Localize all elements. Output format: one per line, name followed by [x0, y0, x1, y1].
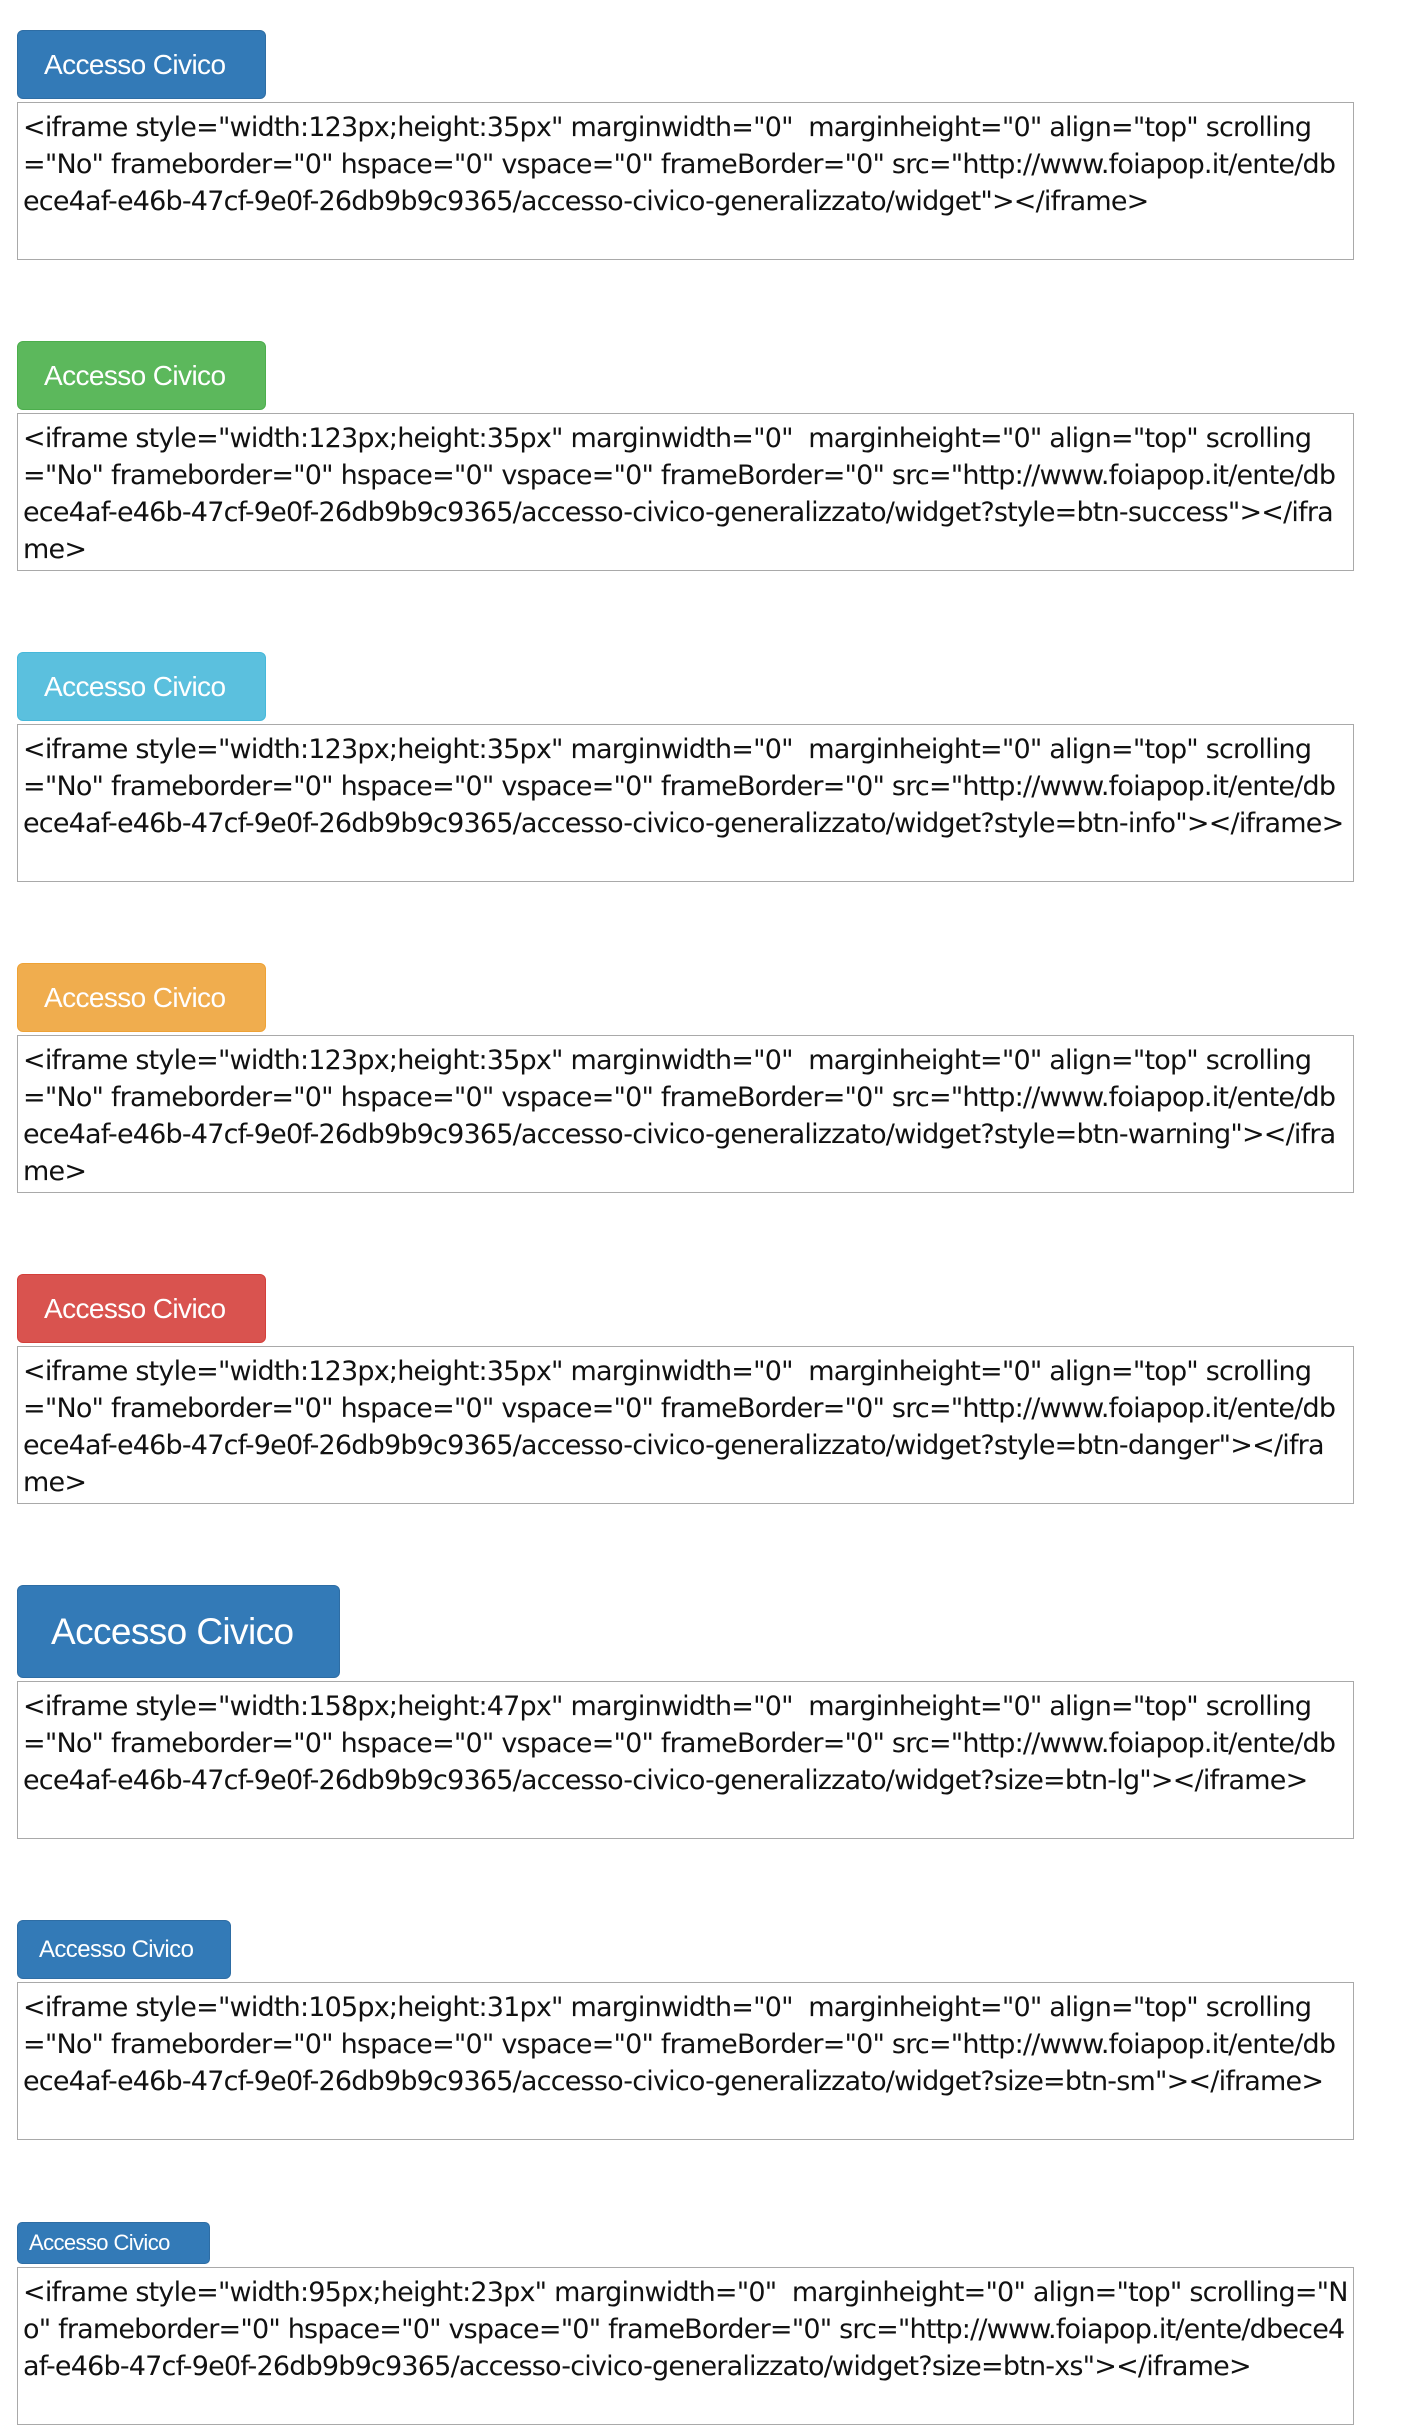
- widget-info: Accesso Civico <iframe style="width:123p…: [17, 652, 1354, 882]
- widget-danger: Accesso Civico <iframe style="width:123p…: [17, 1274, 1354, 1504]
- accesso-civico-button-info[interactable]: Accesso Civico: [17, 652, 266, 721]
- embed-code-textarea-info[interactable]: <iframe style="width:123px;height:35px" …: [17, 724, 1354, 882]
- accesso-civico-button-danger[interactable]: Accesso Civico: [17, 1274, 266, 1343]
- widget-extra-small: Accesso Civico <iframe style="width:95px…: [17, 2222, 1354, 2425]
- embed-code-textarea-warning[interactable]: <iframe style="width:123px;height:35px" …: [17, 1035, 1354, 1193]
- widget-success: Accesso Civico <iframe style="width:123p…: [17, 341, 1354, 571]
- embed-code-textarea-primary[interactable]: <iframe style="width:123px;height:35px" …: [17, 102, 1354, 260]
- widget-primary: Accesso Civico <iframe style="width:123p…: [17, 30, 1354, 260]
- embed-code-textarea-small[interactable]: <iframe style="width:105px;height:31px" …: [17, 1982, 1354, 2140]
- embed-code-textarea-large[interactable]: <iframe style="width:158px;height:47px" …: [17, 1681, 1354, 1839]
- widget-warning: Accesso Civico <iframe style="width:123p…: [17, 963, 1354, 1193]
- embed-code-textarea-danger[interactable]: <iframe style="width:123px;height:35px" …: [17, 1346, 1354, 1504]
- accesso-civico-button-primary[interactable]: Accesso Civico: [17, 30, 266, 99]
- accesso-civico-button-success[interactable]: Accesso Civico: [17, 341, 266, 410]
- embed-code-textarea-extra-small[interactable]: <iframe style="width:95px;height:23px" m…: [17, 2267, 1354, 2425]
- embed-code-textarea-success[interactable]: <iframe style="width:123px;height:35px" …: [17, 413, 1354, 571]
- accesso-civico-button-extra-small[interactable]: Accesso Civico: [17, 2222, 210, 2264]
- accesso-civico-button-small[interactable]: Accesso Civico: [17, 1920, 231, 1979]
- widget-large: Accesso Civico <iframe style="width:158p…: [17, 1585, 1354, 1839]
- accesso-civico-button-large[interactable]: Accesso Civico: [17, 1585, 340, 1678]
- widget-small: Accesso Civico <iframe style="width:105p…: [17, 1920, 1354, 2140]
- accesso-civico-button-warning[interactable]: Accesso Civico: [17, 963, 266, 1032]
